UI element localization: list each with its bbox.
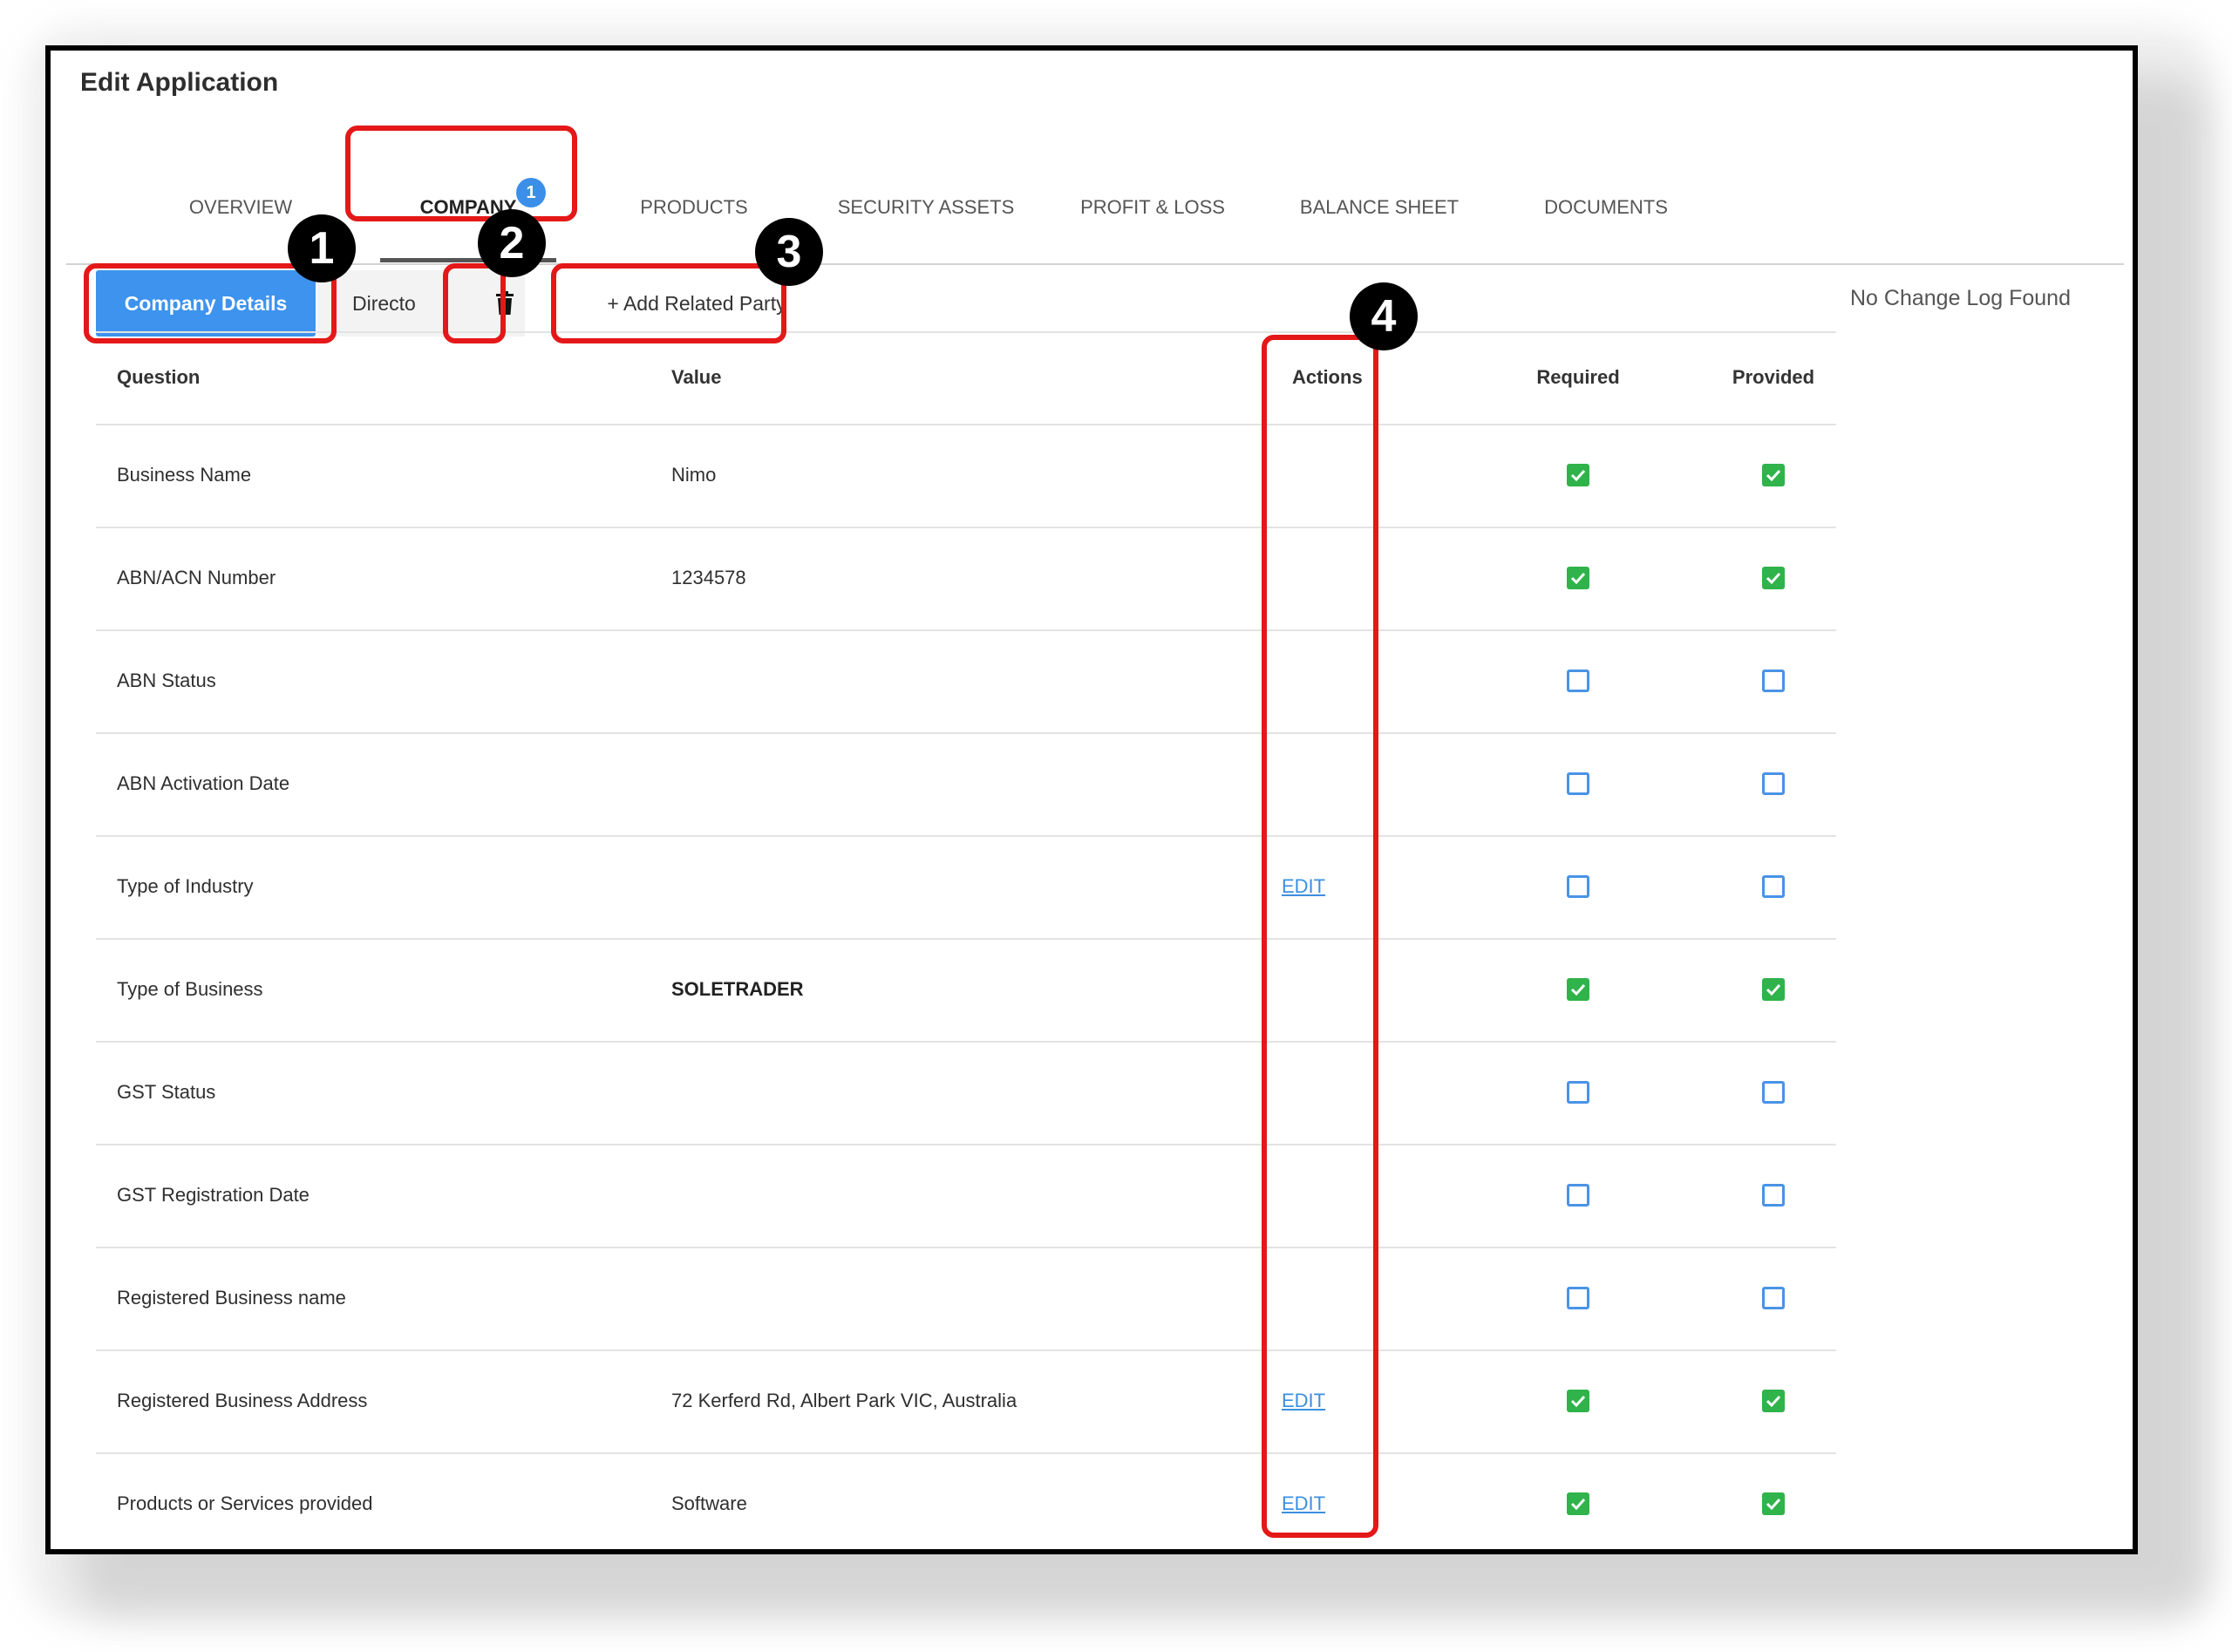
question-cell: ABN Activation Date [117,772,290,794]
table-row: ABN Activation Date [96,732,1836,837]
question-cell: Type of Industry [117,875,254,897]
header-required: Required [1536,366,1620,388]
required-cell [1491,732,1665,835]
checkbox-checked-icon[interactable] [1567,1390,1589,1412]
question-cell: Registered Business name [117,1287,346,1309]
checkbox-checked-icon[interactable] [1762,1492,1785,1515]
required-cell [1491,629,1665,732]
annotation-marker-2: 2 [478,209,546,277]
annotation-marker-1: 1 [288,214,356,282]
required-cell [1491,527,1665,629]
checkbox-checked-icon[interactable] [1567,464,1589,486]
question-cell: Products or Services provided [117,1492,373,1514]
provided-cell [1686,1247,1861,1349]
checkbox-unchecked-icon[interactable] [1567,1081,1589,1104]
value-cell: Software [671,1492,747,1514]
provided-cell [1686,938,1861,1041]
provided-cell [1686,527,1861,629]
tab-documents[interactable]: DOCUMENTS [1501,155,1711,260]
tab-label: DOCUMENTS [1544,196,1668,218]
table-row: GST Registration Date [96,1144,1836,1248]
edit-application-window: Edit Application OVERVIEW COMPANY 1 PROD… [45,45,2138,1554]
table-row: Products or Services provided Software EDI… [96,1452,1836,1549]
tab-label: BALANCE SHEET [1299,196,1460,218]
provided-cell [1686,629,1861,732]
checkbox-checked-icon[interactable] [1762,464,1785,486]
annotation-box-add-related-party [551,263,786,343]
question-cell: GST Status [117,1081,216,1103]
tab-security-assets[interactable]: SECURITY ASSETS [813,155,1039,260]
annotation-box-delete [443,263,506,343]
question-cell: ABN Status [117,670,216,691]
provided-cell [1686,1041,1861,1144]
checkbox-unchecked-icon[interactable] [1567,670,1589,692]
checkbox-unchecked-icon[interactable] [1762,875,1785,898]
provided-cell [1686,835,1861,938]
checkbox-checked-icon[interactable] [1762,978,1785,1001]
annotation-box-company-details [84,263,337,343]
checkbox-unchecked-icon[interactable] [1567,1287,1589,1309]
tab-balance-sheet[interactable]: BALANCE SHEET [1266,155,1493,260]
checkbox-unchecked-icon[interactable] [1762,1184,1785,1207]
required-cell [1491,938,1665,1041]
question-cell: Type of Business [117,978,263,1000]
question-cell: GST Registration Date [117,1184,310,1206]
value-cell: SOLETRADER [671,978,804,1000]
question-cell: Registered Business Address [117,1390,368,1411]
provided-cell [1686,1452,1861,1549]
page-title: Edit Application [80,68,279,97]
table-row: ABN/ACN Number 1234578 [96,527,1836,631]
annotation-box-company-tab [345,126,577,221]
checkbox-unchecked-icon[interactable] [1762,1287,1785,1309]
provided-cell [1686,1144,1861,1247]
table-row: Business Name Nimo [96,424,1836,528]
table-row: ABN Status [96,629,1836,734]
annotation-marker-3: 3 [755,218,823,286]
header-question: Question [117,366,201,388]
table-row: Type of Industry EDIT [96,835,1836,940]
provided-cell [1686,424,1861,527]
provided-cell [1686,732,1861,835]
director-tab-label: Directo [352,291,416,315]
provided-cell [1686,1349,1861,1452]
table-row: Type of Business SOLETRADER [96,938,1836,1043]
checkbox-checked-icon[interactable] [1567,567,1589,589]
value-cell: 1234578 [671,567,746,588]
required-cell [1491,1247,1665,1349]
table-header-row: Question Value Actions Required Provided [96,331,1836,425]
checkbox-unchecked-icon[interactable] [1567,772,1589,795]
table-row: Registered Business name [96,1247,1836,1351]
checkbox-unchecked-icon[interactable] [1762,1081,1785,1104]
table-row: GST Status [96,1041,1836,1146]
required-cell [1491,1144,1665,1247]
checkbox-unchecked-icon[interactable] [1567,1184,1589,1207]
required-cell [1491,424,1665,527]
checkbox-checked-icon[interactable] [1567,1492,1589,1515]
value-cell: 72 Kerferd Rd, Albert Park VIC, Australi… [671,1390,1017,1411]
annotation-marker-4: 4 [1350,282,1418,350]
checkbox-unchecked-icon[interactable] [1762,772,1785,795]
question-cell: Business Name [117,464,252,486]
checkbox-unchecked-icon[interactable] [1762,670,1785,692]
annotation-box-actions-column [1262,335,1378,1538]
tab-label: OVERVIEW [188,196,293,218]
table-row: Registered Business Address 72 Kerferd Rd… [96,1349,1836,1454]
change-log-status: No Change Log Found [1850,286,2071,310]
question-cell: ABN/ACN Number [117,567,276,588]
tab-label: PRODUCTS [640,196,748,218]
tab-label: SECURITY ASSETS [837,196,1015,218]
header-provided: Provided [1732,366,1815,388]
checkbox-checked-icon[interactable] [1567,978,1589,1001]
tab-profit-loss[interactable]: PROFIT & LOSS [1048,155,1257,260]
tab-label: PROFIT & LOSS [1080,196,1225,218]
value-cell: Nimo [671,464,717,486]
checkbox-unchecked-icon[interactable] [1567,875,1589,898]
checkbox-checked-icon[interactable] [1762,567,1785,589]
header-value: Value [671,366,722,388]
required-cell [1491,1349,1665,1452]
required-cell [1491,835,1665,938]
required-cell [1491,1452,1665,1549]
checkbox-checked-icon[interactable] [1762,1390,1785,1412]
required-cell [1491,1041,1665,1144]
